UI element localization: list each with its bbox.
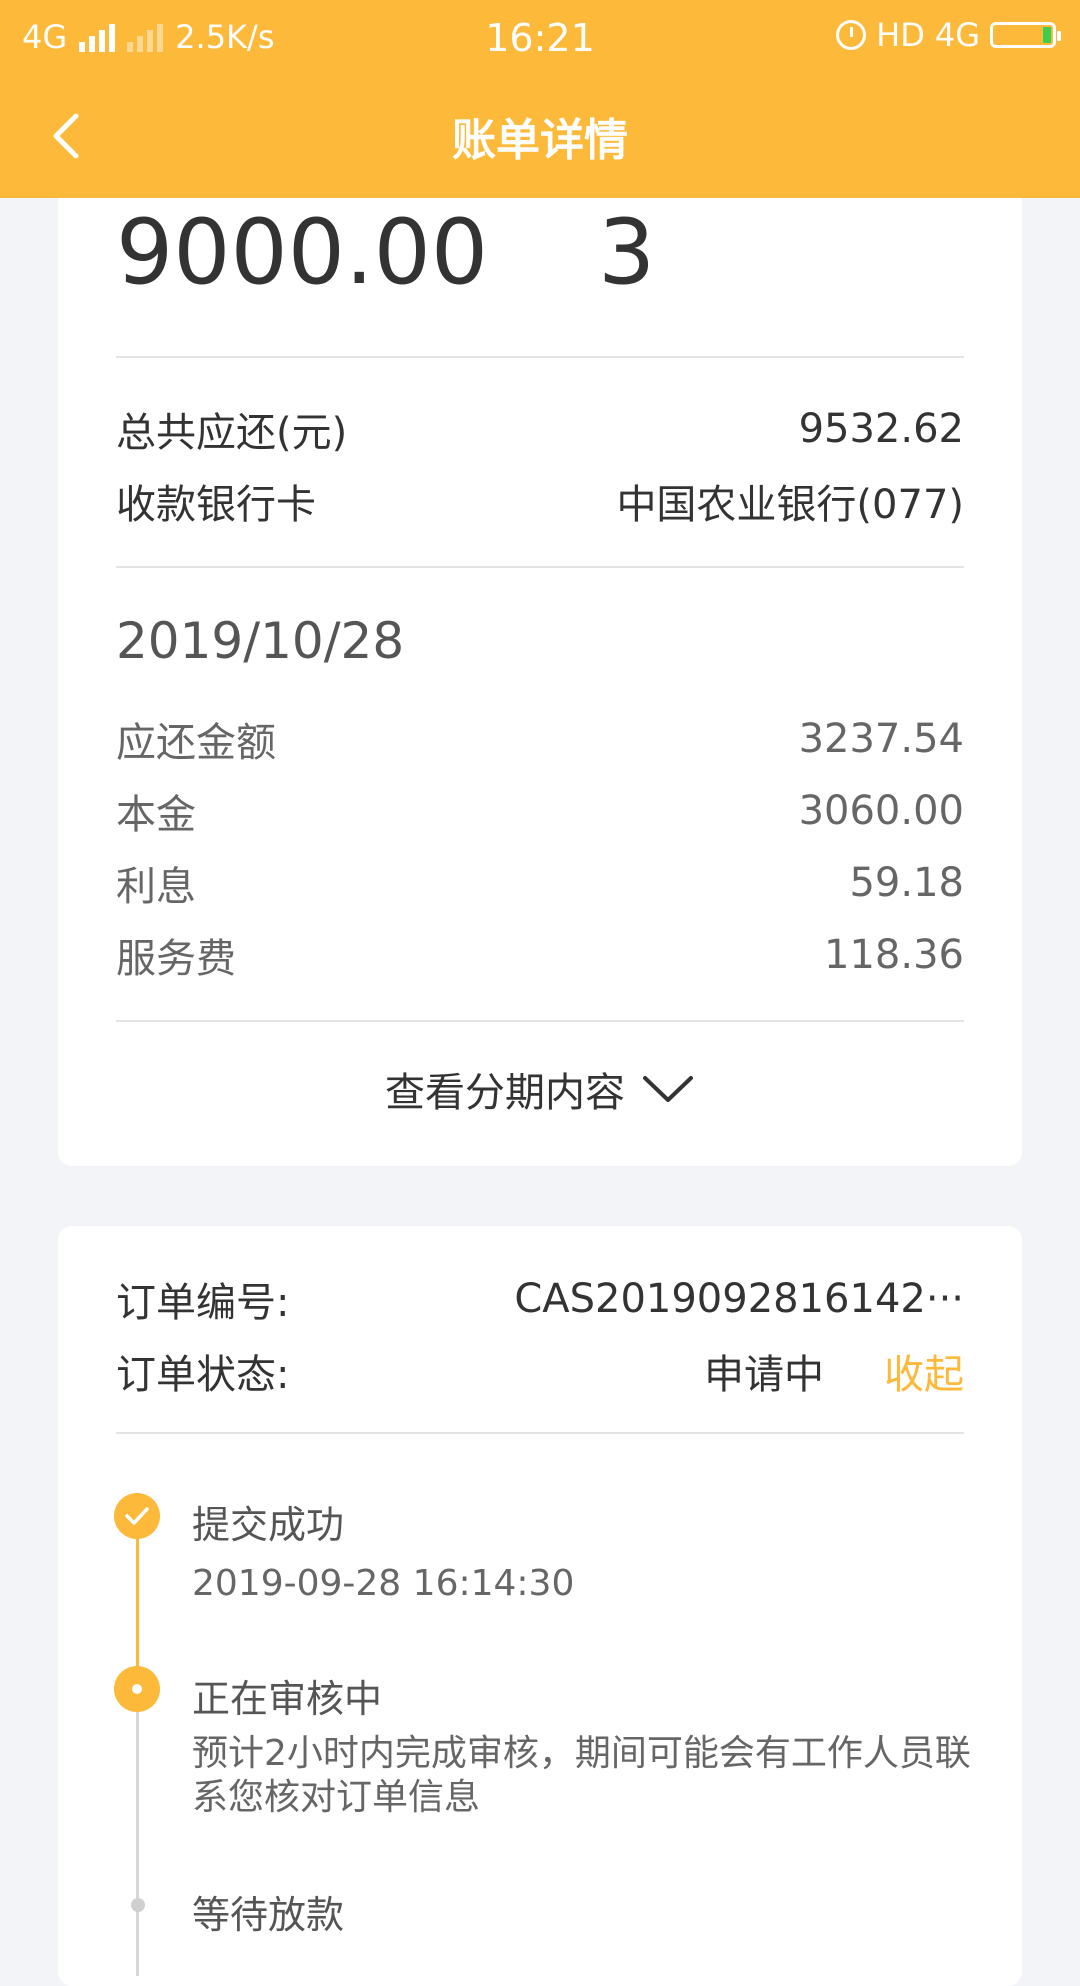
installment-row: 利息 59.18 <box>116 854 964 912</box>
loan-amount: 9000.00 <box>116 200 489 305</box>
nav-bar: 账单详情 <box>0 76 1080 198</box>
installment-label: 利息 <box>116 864 196 910</box>
pending-dot-icon <box>131 1898 145 1912</box>
order-status-value: 申请中 <box>704 1352 824 1398</box>
battery-icon <box>990 22 1061 48</box>
installment-date: 2019/10/28 <box>116 612 405 670</box>
installment-row: 应还金额 3237.54 <box>116 710 964 768</box>
timeline-step-title: 正在审核中 <box>192 1677 383 1721</box>
timeline-step-title: 等待放款 <box>192 1893 345 1937</box>
alarm-icon <box>836 20 867 50</box>
order-status-group: 申请中 收起 <box>704 1342 964 1400</box>
status-bar: 4G 2.5K/s 16:21 HD 4G <box>0 0 1080 76</box>
installment-row: 服务费 118.36 <box>116 926 964 984</box>
installment-value: 59.18 <box>849 860 964 906</box>
order-number-row: 订单编号: CAS2019092816142··· <box>116 1270 964 1328</box>
timeline-step-desc: 预计2小时内完成审核，期间可能会有工作人员联系您核对订单信息 <box>192 1733 971 1818</box>
installment-value: 3237.54 <box>798 716 964 762</box>
check-icon <box>114 1493 160 1539</box>
installment-label: 本金 <box>116 792 196 838</box>
view-installments-button[interactable]: 查看分期内容 <box>58 1060 1022 1118</box>
installment-value: 118.36 <box>824 932 964 978</box>
order-status-label: 订单状态: <box>116 1352 290 1398</box>
bank-value: 中国农业银行(077) <box>616 482 964 528</box>
chevron-down-icon <box>643 1076 693 1102</box>
order-card: 订单编号: CAS2019092816142··· 订单状态: 申请中 收起 提交… <box>58 1226 1022 1986</box>
header: 4G 2.5K/s 16:21 HD 4G 账单详情 <box>0 0 1080 198</box>
timeline-step-title: 提交成功 <box>192 1503 345 1547</box>
total-row: 总共应还(元) 9532.62 <box>116 400 964 458</box>
bank-label: 收款银行卡 <box>116 482 316 528</box>
bank-row: 收款银行卡 中国农业银行(077) <box>116 472 964 530</box>
divider <box>116 1020 964 1022</box>
order-number-label: 订单编号: <box>116 1280 290 1326</box>
collapse-link[interactable]: 收起 <box>884 1352 964 1398</box>
bill-summary-card: 9000.00 3 总共应还(元) 9532.62 收款银行卡 中国农业银行(0… <box>58 150 1022 1166</box>
view-installments-label: 查看分期内容 <box>385 1070 625 1116</box>
loan-term: 3 <box>598 200 656 305</box>
order-status-row: 订单状态: 申请中 收起 <box>116 1342 964 1400</box>
page-title: 账单详情 <box>452 115 628 166</box>
divider <box>116 566 964 568</box>
divider <box>116 1432 964 1434</box>
timeline-line-pending <box>136 1690 139 1976</box>
status-right: HD 4G <box>836 16 1061 54</box>
hd-label: HD <box>876 16 925 54</box>
installment-row: 本金 3060.00 <box>116 782 964 840</box>
total-value: 9532.62 <box>798 406 964 452</box>
installment-label: 应还金额 <box>116 720 276 766</box>
order-number-value: CAS2019092816142··· <box>514 1276 964 1322</box>
timeline-step-time: 2019-09-28 16:14:30 <box>192 1563 575 1604</box>
installment-value: 3060.00 <box>798 788 964 834</box>
network-right-label: 4G <box>934 16 980 54</box>
divider <box>116 356 964 358</box>
chevron-left-icon[interactable] <box>40 106 100 166</box>
in-progress-dot-icon <box>114 1666 160 1712</box>
total-label: 总共应还(元) <box>116 410 348 456</box>
installment-label: 服务费 <box>116 936 236 982</box>
